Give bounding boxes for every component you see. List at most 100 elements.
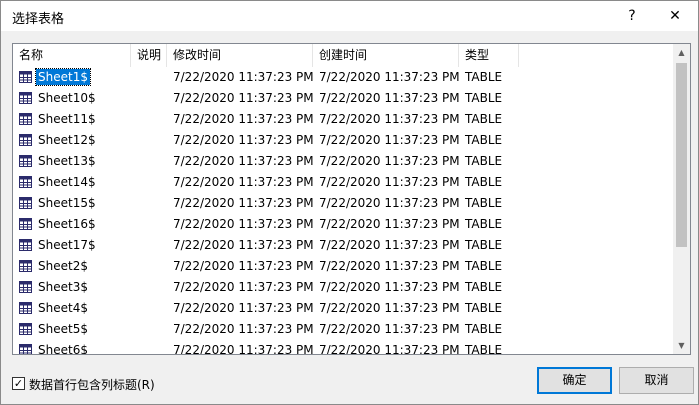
table-row[interactable]: Sheet3$ 7/22/2020 11:37:23 PM 7/22/2020 11… xyxy=(13,277,673,298)
row-description xyxy=(131,277,167,298)
row-name: Sheet2$ xyxy=(38,259,88,273)
list-rows: Sheet1$ 7/22/2020 11:37:23 PM 7/22/2020 11… xyxy=(13,67,673,355)
table-icon xyxy=(19,90,32,104)
table-row[interactable]: Sheet5$ 7/22/2020 11:37:23 PM 7/22/2020 11… xyxy=(13,319,673,340)
ok-button[interactable]: 确定 xyxy=(537,367,612,394)
column-header-modified[interactable]: 修改时间 xyxy=(167,44,313,67)
table-row[interactable]: Sheet12$ 7/22/2020 11:37:23 PM 7/22/2020 1… xyxy=(13,130,673,151)
row-name-cell: Sheet4$ xyxy=(13,298,131,319)
row-name-cell: Sheet15$ xyxy=(13,193,131,214)
row-type: TABLE xyxy=(465,280,503,294)
table-list[interactable]: 名称 说明 修改时间 创建时间 类型 Sheet1$ 7/22/2020 11:3… xyxy=(12,43,691,355)
row-created-time: 7/22/2020 11:37:23 PM xyxy=(319,238,460,252)
row-modified-time: 7/22/2020 11:37:23 PM xyxy=(173,196,314,210)
table-row[interactable]: Sheet13$ 7/22/2020 11:37:23 PM 7/22/2020 1… xyxy=(13,151,673,172)
row-description xyxy=(131,298,167,319)
row-description xyxy=(131,151,167,172)
header-row-checkbox-label[interactable]: 数据首行包含列标题(R) xyxy=(29,376,155,393)
table-icon xyxy=(19,153,32,167)
row-description xyxy=(131,193,167,214)
row-created-time: 7/22/2020 11:37:23 PM xyxy=(319,280,460,294)
vertical-scrollbar[interactable]: ▲ ▼ xyxy=(673,44,690,354)
row-type: TABLE xyxy=(465,343,503,355)
row-created-time: 7/22/2020 11:37:23 PM xyxy=(319,133,460,147)
row-modified-time: 7/22/2020 11:37:23 PM xyxy=(173,154,314,168)
row-name-cell: Sheet6$ xyxy=(13,340,131,354)
table-icon xyxy=(19,237,32,251)
row-description xyxy=(131,67,167,88)
row-description xyxy=(131,235,167,256)
table-row[interactable]: Sheet6$ 7/22/2020 11:37:23 PM 7/22/2020 11… xyxy=(13,340,673,355)
table-row[interactable]: Sheet11$ 7/22/2020 11:37:23 PM 7/22/2020 1… xyxy=(13,109,673,130)
row-created-time: 7/22/2020 11:37:23 PM xyxy=(319,154,460,168)
table-icon xyxy=(19,321,32,335)
row-name-cell: Sheet17$ xyxy=(13,235,131,256)
scroll-down-arrow-icon[interactable]: ▼ xyxy=(673,337,690,354)
row-name: Sheet15$ xyxy=(38,196,96,210)
row-created-time: 7/22/2020 11:37:23 PM xyxy=(319,91,460,105)
row-type: TABLE xyxy=(465,196,503,210)
table-row[interactable]: Sheet17$ 7/22/2020 11:37:23 PM 7/22/2020 1… xyxy=(13,235,673,256)
row-type: TABLE xyxy=(465,259,503,273)
scroll-up-arrow-icon[interactable]: ▲ xyxy=(673,44,690,61)
row-description xyxy=(131,256,167,277)
table-row[interactable]: Sheet10$ 7/22/2020 11:37:23 PM 7/22/2020 1… xyxy=(13,88,673,109)
dialog-title: 选择表格 xyxy=(12,12,65,27)
table-icon xyxy=(19,132,32,146)
row-type: TABLE xyxy=(465,154,503,168)
scroll-thumb[interactable] xyxy=(676,63,687,247)
column-header-description[interactable]: 说明 xyxy=(131,44,167,67)
row-name: Sheet16$ xyxy=(38,217,96,231)
row-created-time: 7/22/2020 11:37:23 PM xyxy=(319,343,460,355)
row-type: TABLE xyxy=(465,238,503,252)
row-name-cell: Sheet13$ xyxy=(13,151,131,172)
column-header-type[interactable]: 类型 xyxy=(459,44,519,67)
row-name: Sheet4$ xyxy=(38,301,88,315)
row-created-time: 7/22/2020 11:37:23 PM xyxy=(319,70,460,84)
row-name: Sheet3$ xyxy=(38,280,88,294)
row-created-time: 7/22/2020 11:37:23 PM xyxy=(319,217,460,231)
table-row[interactable]: Sheet14$ 7/22/2020 11:37:23 PM 7/22/2020 1… xyxy=(13,172,673,193)
table-row[interactable]: Sheet4$ 7/22/2020 11:37:23 PM 7/22/2020 11… xyxy=(13,298,673,319)
help-button[interactable]: ? xyxy=(617,4,647,28)
row-description xyxy=(131,214,167,235)
table-icon xyxy=(19,111,32,125)
row-created-time: 7/22/2020 11:37:23 PM xyxy=(319,259,460,273)
row-description xyxy=(131,340,167,354)
row-name-cell: Sheet2$ xyxy=(13,256,131,277)
row-name-cell: Sheet3$ xyxy=(13,277,131,298)
row-created-time: 7/22/2020 11:37:23 PM xyxy=(319,175,460,189)
row-name-cell: Sheet10$ xyxy=(13,88,131,109)
row-created-time: 7/22/2020 11:37:23 PM xyxy=(319,301,460,315)
table-row[interactable]: Sheet2$ 7/22/2020 11:37:23 PM 7/22/2020 11… xyxy=(13,256,673,277)
row-modified-time: 7/22/2020 11:37:23 PM xyxy=(173,238,314,252)
table-icon xyxy=(19,216,32,230)
row-name: Sheet14$ xyxy=(38,175,96,189)
cancel-button[interactable]: 取消 xyxy=(619,367,694,394)
table-icon xyxy=(19,195,32,209)
table-row[interactable]: Sheet1$ 7/22/2020 11:37:23 PM 7/22/2020 11… xyxy=(13,67,673,88)
table-row[interactable]: Sheet16$ 7/22/2020 11:37:23 PM 7/22/2020 1… xyxy=(13,214,673,235)
row-modified-time: 7/22/2020 11:37:23 PM xyxy=(173,280,314,294)
row-modified-time: 7/22/2020 11:37:23 PM xyxy=(173,259,314,273)
row-name: Sheet1$ xyxy=(35,68,91,86)
row-description xyxy=(131,172,167,193)
row-name-cell: Sheet12$ xyxy=(13,130,131,151)
row-name: Sheet13$ xyxy=(38,154,96,168)
table-row[interactable]: Sheet15$ 7/22/2020 11:37:23 PM 7/22/2020 1… xyxy=(13,193,673,214)
row-modified-time: 7/22/2020 11:37:23 PM xyxy=(173,217,314,231)
row-created-time: 7/22/2020 11:37:23 PM xyxy=(319,322,460,336)
row-description xyxy=(131,319,167,340)
list-header: 名称 说明 修改时间 创建时间 类型 xyxy=(13,44,673,67)
row-modified-time: 7/22/2020 11:37:23 PM xyxy=(173,301,314,315)
column-header-name[interactable]: 名称 xyxy=(13,44,131,67)
row-description xyxy=(131,109,167,130)
header-row-checkbox[interactable]: ✓ xyxy=(12,377,25,390)
row-type: TABLE xyxy=(465,133,503,147)
table-icon xyxy=(19,69,32,83)
row-modified-time: 7/22/2020 11:37:23 PM xyxy=(173,91,314,105)
row-name: Sheet12$ xyxy=(38,133,96,147)
row-type: TABLE xyxy=(465,91,503,105)
column-header-created[interactable]: 创建时间 xyxy=(313,44,459,67)
close-button[interactable]: ✕ xyxy=(657,4,693,28)
